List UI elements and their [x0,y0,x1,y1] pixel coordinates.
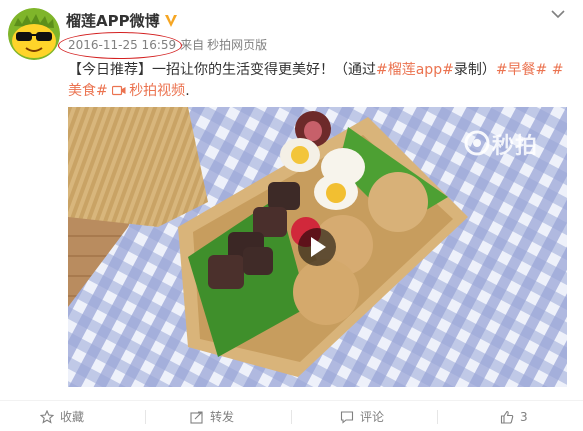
like-count: 3 [520,410,528,424]
repost-label: 转发 [210,410,235,424]
miaopai-logo-icon [464,130,490,156]
favorite-label: 收藏 [60,410,85,424]
post-text-part1: 【今日推荐】一招让你的生活变得更美好！（通过 [68,62,376,78]
favorite-button[interactable]: 收藏 [40,410,84,424]
avatar[interactable] [8,8,60,60]
topic-link-breakfast[interactable]: #早餐# [496,62,547,78]
repost-button[interactable]: 转发 [190,410,234,424]
divider [437,410,438,424]
comment-icon [340,411,354,424]
source-label: 来自 [180,38,205,52]
topic-link-durian-app[interactable]: #榴莲app# [376,62,454,78]
weibo-card: 榴莲APP微博 2016-11-25 16:59 来自 秒拍网页版 【今日推荐】一招… [0,0,583,431]
account-name[interactable]: 榴莲APP微博 [66,12,160,30]
durian-avatar-icon [8,8,60,60]
share-icon [190,411,203,424]
thumbs-up-icon [500,410,514,424]
comment-label: 评论 [360,410,385,424]
annotation-ring [58,32,182,59]
post-text-part2: 录制） [453,62,496,78]
post-text-tail: . [185,83,190,99]
video-link[interactable]: 秒拍视频 [129,83,185,99]
like-button[interactable]: 3 [500,410,528,424]
video-camera-icon [112,85,126,96]
comment-button[interactable]: 评论 [340,410,384,424]
chevron-down-icon[interactable] [550,8,566,20]
divider [145,410,146,424]
post-text: 【今日推荐】一招让你的生活变得更美好！（通过#榴莲app#录制）#早餐# #美食… [68,60,568,102]
divider [291,410,292,424]
video-watermark: 秒拍 [492,134,539,159]
verified-badge-icon [165,15,177,27]
action-bar: 收藏 转发 评论 3 [0,400,583,431]
post-source[interactable]: 秒拍网页版 [207,38,267,52]
star-icon [40,410,54,424]
